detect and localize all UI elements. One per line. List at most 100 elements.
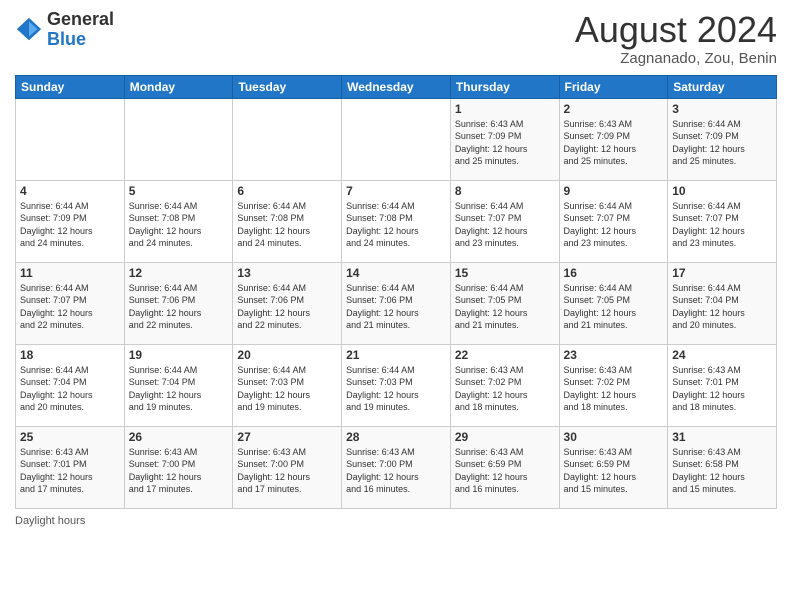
calendar-body: 1 Sunrise: 6:43 AM Sunset: 7:09 PM Daylig… [16, 98, 777, 508]
day-info: Sunrise: 6:44 AM Sunset: 7:08 PM Dayligh… [346, 200, 446, 250]
week-row-4: 18 Sunrise: 6:44 AM Sunset: 7:04 PM Dayli… [16, 344, 777, 426]
day-cell: 17 Sunrise: 6:44 AM Sunset: 7:04 PM Dayli… [668, 262, 777, 344]
day-number: 9 [564, 184, 664, 198]
day-info: Sunrise: 6:44 AM Sunset: 7:05 PM Dayligh… [564, 282, 664, 332]
day-number: 28 [346, 430, 446, 444]
day-info: Sunrise: 6:44 AM Sunset: 7:04 PM Dayligh… [672, 282, 772, 332]
day-info: Sunrise: 6:43 AM Sunset: 7:01 PM Dayligh… [672, 364, 772, 414]
day-number: 16 [564, 266, 664, 280]
day-cell: 4 Sunrise: 6:44 AM Sunset: 7:09 PM Daylig… [16, 180, 125, 262]
day-info: Sunrise: 6:44 AM Sunset: 7:08 PM Dayligh… [129, 200, 229, 250]
day-info: Sunrise: 6:44 AM Sunset: 7:06 PM Dayligh… [237, 282, 337, 332]
day-info: Sunrise: 6:44 AM Sunset: 7:09 PM Dayligh… [20, 200, 120, 250]
day-info: Sunrise: 6:44 AM Sunset: 7:07 PM Dayligh… [564, 200, 664, 250]
week-row-2: 4 Sunrise: 6:44 AM Sunset: 7:09 PM Daylig… [16, 180, 777, 262]
logo-text: General Blue [47, 10, 114, 50]
day-number: 25 [20, 430, 120, 444]
day-cell: 29Sunrise: 6:43 AM Sunset: 6:59 PM Dayli… [450, 426, 559, 508]
day-info: Sunrise: 6:44 AM Sunset: 7:09 PM Dayligh… [672, 118, 772, 168]
day-info: Sunrise: 6:44 AM Sunset: 7:07 PM Dayligh… [672, 200, 772, 250]
day-cell: 15Sunrise: 6:44 AM Sunset: 7:05 PM Dayli… [450, 262, 559, 344]
day-info: Sunrise: 6:44 AM Sunset: 7:07 PM Dayligh… [20, 282, 120, 332]
header: General Blue August 2024 Zagnanado, Zou,… [15, 10, 777, 67]
calendar-header: SundayMondayTuesdayWednesdayThursdayFrid… [16, 75, 777, 98]
day-cell: 3 Sunrise: 6:44 AM Sunset: 7:09 PM Daylig… [668, 98, 777, 180]
day-info: Sunrise: 6:44 AM Sunset: 7:08 PM Dayligh… [237, 200, 337, 250]
day-info: Sunrise: 6:44 AM Sunset: 7:04 PM Dayligh… [129, 364, 229, 414]
day-number: 5 [129, 184, 229, 198]
day-number: 7 [346, 184, 446, 198]
day-number: 24 [672, 348, 772, 362]
day-number: 2 [564, 102, 664, 116]
day-cell: 5 Sunrise: 6:44 AM Sunset: 7:08 PM Daylig… [124, 180, 233, 262]
day-info: Sunrise: 6:43 AM Sunset: 7:00 PM Dayligh… [346, 446, 446, 496]
day-info: Sunrise: 6:43 AM Sunset: 7:02 PM Dayligh… [564, 364, 664, 414]
day-number: 26 [129, 430, 229, 444]
day-cell: 1 Sunrise: 6:43 AM Sunset: 7:09 PM Daylig… [450, 98, 559, 180]
title-block: August 2024 Zagnanado, Zou, Benin [575, 10, 777, 67]
day-cell: 22Sunrise: 6:43 AM Sunset: 7:02 PM Dayli… [450, 344, 559, 426]
daylight-label: Daylight hours [15, 515, 85, 527]
day-cell: 12Sunrise: 6:44 AM Sunset: 7:06 PM Dayli… [124, 262, 233, 344]
calendar-table: SundayMondayTuesdayWednesdayThursdayFrid… [15, 75, 777, 509]
day-number: 19 [129, 348, 229, 362]
day-cell: 20 Sunrise: 6:44 AM Sunset: 7:03 PM Dayli… [233, 344, 342, 426]
day-cell: 23 Sunrise: 6:43 AM Sunset: 7:02 PM Dayli… [559, 344, 668, 426]
header-cell-saturday: Saturday [668, 75, 777, 98]
day-number: 30 [564, 430, 664, 444]
day-cell: 6 Sunrise: 6:44 AM Sunset: 7:08 PM Daylig… [233, 180, 342, 262]
day-cell: 14Sunrise: 6:44 AM Sunset: 7:06 PM Dayli… [342, 262, 451, 344]
day-cell: 2Sunrise: 6:43 AM Sunset: 7:09 PM Daylig… [559, 98, 668, 180]
day-cell: 28 Sunrise: 6:43 AM Sunset: 7:00 PM Dayli… [342, 426, 451, 508]
day-number: 14 [346, 266, 446, 280]
day-cell: 13 Sunrise: 6:44 AM Sunset: 7:06 PM Dayli… [233, 262, 342, 344]
day-cell: 10 Sunrise: 6:44 AM Sunset: 7:07 PM Dayli… [668, 180, 777, 262]
day-info: Sunrise: 6:44 AM Sunset: 7:07 PM Dayligh… [455, 200, 555, 250]
day-cell: 26Sunrise: 6:43 AM Sunset: 7:00 PM Dayli… [124, 426, 233, 508]
logo-blue: Blue [47, 30, 114, 50]
header-cell-monday: Monday [124, 75, 233, 98]
day-number: 4 [20, 184, 120, 198]
day-number: 10 [672, 184, 772, 198]
day-cell: 25 Sunrise: 6:43 AM Sunset: 7:01 PM Dayli… [16, 426, 125, 508]
day-number: 21 [346, 348, 446, 362]
day-number: 17 [672, 266, 772, 280]
logo: General Blue [15, 10, 114, 50]
week-row-3: 11Sunrise: 6:44 AM Sunset: 7:07 PM Dayli… [16, 262, 777, 344]
day-cell: 19 Sunrise: 6:44 AM Sunset: 7:04 PM Dayli… [124, 344, 233, 426]
day-number: 27 [237, 430, 337, 444]
page: General Blue August 2024 Zagnanado, Zou,… [0, 0, 792, 612]
day-info: Sunrise: 6:43 AM Sunset: 7:09 PM Dayligh… [455, 118, 555, 168]
day-number: 1 [455, 102, 555, 116]
day-number: 3 [672, 102, 772, 116]
header-cell-wednesday: Wednesday [342, 75, 451, 98]
day-cell: 9 Sunrise: 6:44 AM Sunset: 7:07 PM Daylig… [559, 180, 668, 262]
day-info: Sunrise: 6:44 AM Sunset: 7:04 PM Dayligh… [20, 364, 120, 414]
day-number: 20 [237, 348, 337, 362]
day-number: 18 [20, 348, 120, 362]
day-cell: 30 Sunrise: 6:43 AM Sunset: 6:59 PM Dayli… [559, 426, 668, 508]
day-cell [16, 98, 125, 180]
day-number: 23 [564, 348, 664, 362]
day-info: Sunrise: 6:44 AM Sunset: 7:03 PM Dayligh… [346, 364, 446, 414]
day-info: Sunrise: 6:43 AM Sunset: 6:59 PM Dayligh… [564, 446, 664, 496]
day-cell: 7 Sunrise: 6:44 AM Sunset: 7:08 PM Daylig… [342, 180, 451, 262]
day-info: Sunrise: 6:43 AM Sunset: 7:01 PM Dayligh… [20, 446, 120, 496]
day-cell [124, 98, 233, 180]
day-info: Sunrise: 6:43 AM Sunset: 6:59 PM Dayligh… [455, 446, 555, 496]
day-info: Sunrise: 6:44 AM Sunset: 7:06 PM Dayligh… [129, 282, 229, 332]
week-row-5: 25 Sunrise: 6:43 AM Sunset: 7:01 PM Dayli… [16, 426, 777, 508]
header-cell-thursday: Thursday [450, 75, 559, 98]
day-info: Sunrise: 6:44 AM Sunset: 7:03 PM Dayligh… [237, 364, 337, 414]
day-number: 6 [237, 184, 337, 198]
day-cell: 16 Sunrise: 6:44 AM Sunset: 7:05 PM Dayli… [559, 262, 668, 344]
header-cell-tuesday: Tuesday [233, 75, 342, 98]
day-cell [342, 98, 451, 180]
day-cell: 27Sunrise: 6:43 AM Sunset: 7:00 PM Dayli… [233, 426, 342, 508]
day-number: 13 [237, 266, 337, 280]
day-cell: 24 Sunrise: 6:43 AM Sunset: 7:01 PM Dayli… [668, 344, 777, 426]
day-cell [233, 98, 342, 180]
logo-icon [15, 16, 43, 44]
calendar-title: August 2024 [575, 10, 777, 50]
header-cell-sunday: Sunday [16, 75, 125, 98]
